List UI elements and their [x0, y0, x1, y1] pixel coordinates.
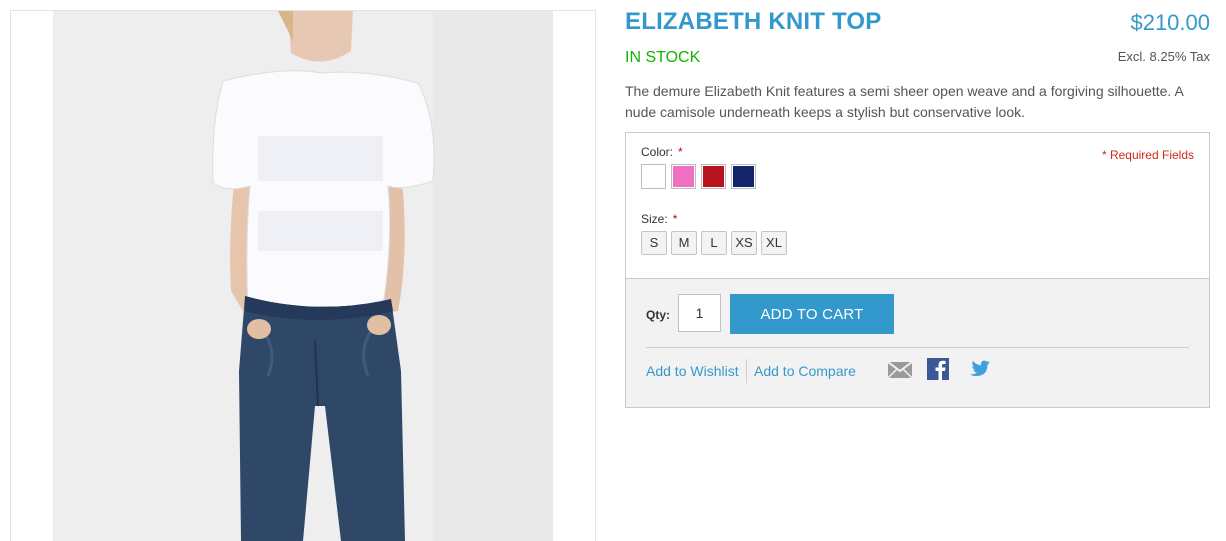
mail-icon[interactable]	[887, 361, 913, 384]
facebook-icon[interactable]	[927, 358, 949, 385]
product-options: Color: * * Required Fields Size: * S M L X…	[625, 132, 1210, 279]
size-option-xl[interactable]: XL	[761, 231, 787, 255]
twitter-icon[interactable]	[967, 360, 991, 385]
product-photo[interactable]	[53, 11, 553, 541]
divider	[646, 347, 1189, 348]
add-to-cart-button[interactable]: ADD TO CART	[730, 294, 894, 334]
color-swatch-red[interactable]	[701, 164, 726, 189]
size-option-l[interactable]: L	[701, 231, 727, 255]
color-swatch-fill	[673, 166, 694, 187]
product-description: The demure Elizabeth Knit features a sem…	[625, 83, 1184, 120]
size-option-m[interactable]: M	[671, 231, 697, 255]
color-swatch-pink[interactable]	[671, 164, 696, 189]
size-options: S M L XS XL	[641, 231, 787, 255]
qty-label: Qty:	[646, 308, 670, 322]
qty-input[interactable]	[678, 294, 721, 332]
color-swatch-fill	[703, 166, 724, 187]
add-to-compare-link[interactable]: Add to Compare	[754, 363, 856, 379]
size-label: Size: *	[641, 212, 677, 226]
add-to-wishlist-link[interactable]: Add to Wishlist	[646, 363, 739, 379]
add-to-cart-box: Qty: ADD TO CART Add to Wishlist Add to …	[625, 278, 1210, 408]
color-required-marker: *	[678, 145, 683, 159]
tax-note: Excl. 8.25% Tax	[1117, 49, 1210, 64]
link-separator	[746, 359, 747, 383]
size-option-xs[interactable]: XS	[731, 231, 757, 255]
color-swatch-fill	[643, 166, 664, 187]
size-required-marker: *	[672, 212, 678, 226]
color-swatch-fill	[733, 166, 754, 187]
size-option-s[interactable]: S	[641, 231, 667, 255]
product-price: $210.00	[1130, 10, 1210, 35]
color-swatch-white[interactable]	[641, 164, 666, 189]
required-fields-note: * Required Fields	[1101, 148, 1194, 162]
product-image-frame	[10, 10, 596, 541]
color-label-text: Color:	[641, 145, 674, 159]
color-swatch-navy[interactable]	[731, 164, 756, 189]
color-label: Color: *	[641, 145, 683, 159]
stock-status: IN STOCK	[625, 49, 701, 66]
size-label-text: Size:	[641, 212, 668, 226]
color-swatches	[641, 164, 756, 189]
product-title: ELIZABETH KNIT TOP	[625, 8, 882, 35]
